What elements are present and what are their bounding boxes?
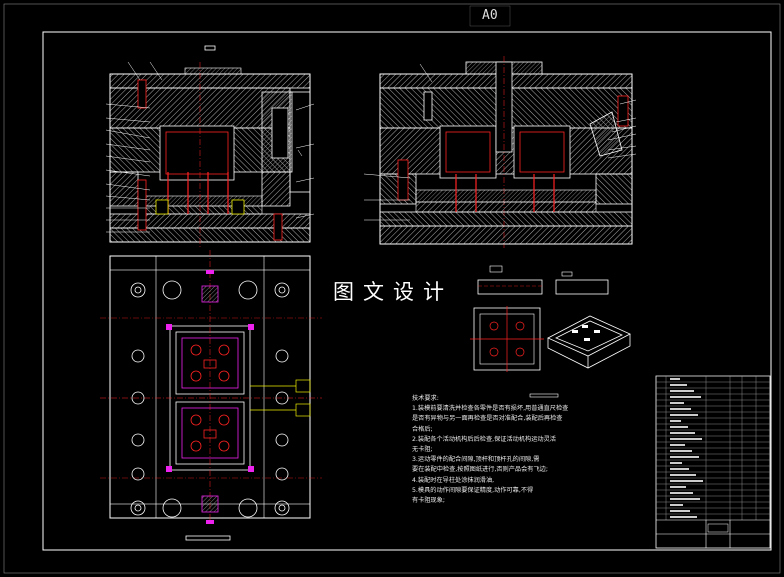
title-block-entry-mark: [670, 402, 684, 404]
requirement-line: 4.装配时在导柱处涂抹润滑油,: [412, 476, 495, 484]
sheet-size-label: A0: [482, 8, 498, 23]
title-block-entry-mark: [670, 414, 698, 416]
requirement-line: 无卡阻;: [412, 446, 433, 454]
title-block-entry-mark: [670, 510, 690, 512]
title-block-entry-mark: [670, 504, 683, 506]
title-block-entry-mark: [670, 438, 702, 440]
title-block-entry-mark: [670, 468, 689, 470]
title-block-entry-mark: [670, 486, 686, 488]
title-block-entry-mark: [670, 498, 700, 500]
requirement-line: 要在装配中检查,按照图纸进行,否则产品会有飞边;: [412, 466, 548, 474]
title-block-entry-mark: [670, 384, 687, 386]
title-block-entry-mark: [670, 378, 680, 380]
requirement-line: 是否有异物与另一面再检查是否对准配合,装配后再检查: [412, 415, 563, 423]
title-block-entry-mark: [670, 390, 694, 392]
title-block-entry-mark: [670, 450, 692, 452]
watermark-text: 图文设计: [333, 280, 453, 304]
title-block-entry-mark: [670, 444, 685, 446]
requirement-line: 5.模具的动作间隙要保证精度,动作可靠,不得: [412, 486, 534, 494]
title-block-entry-mark: [670, 456, 699, 458]
title-block-entry-mark: [670, 516, 697, 518]
requirement-line: 1.装模前要清洗并检查各零件是否有损坏,用普通直尺检查: [412, 405, 569, 413]
technical-requirements-title: 技术要求:: [412, 395, 439, 402]
requirement-line: 有卡阻现象;: [412, 497, 446, 505]
title-block-entry-mark: [670, 408, 691, 410]
title-block: [655, 375, 771, 549]
technical-requirements: 技术要求: 1.装模前要清洗并检查各零件是否有损坏,用普通直尺检查 是否有异物与…: [412, 394, 627, 506]
side-section-view: [363, 56, 637, 248]
title-block-entry-mark: [670, 432, 695, 434]
product-views: [470, 265, 631, 398]
requirement-line: 3.运动零件的配合间隙,顶杆和顶杆孔的间隙,需: [412, 456, 540, 464]
title-block-entry-mark: [670, 420, 681, 422]
requirement-line: 合格后;: [412, 425, 433, 433]
title-block-entry-mark: [670, 480, 703, 482]
title-block-entry-mark: [670, 474, 696, 476]
title-block-entry-mark: [670, 462, 682, 464]
title-block-entry-mark: [670, 396, 701, 398]
requirement-line: 2.装配各个活动机构后后检查,保证活动机构运动灵活: [412, 435, 556, 443]
front-section-view: [105, 45, 315, 248]
plan-view: [100, 250, 322, 541]
title-block-entry-mark: [670, 426, 688, 428]
title-block-entry-mark: [670, 492, 693, 494]
